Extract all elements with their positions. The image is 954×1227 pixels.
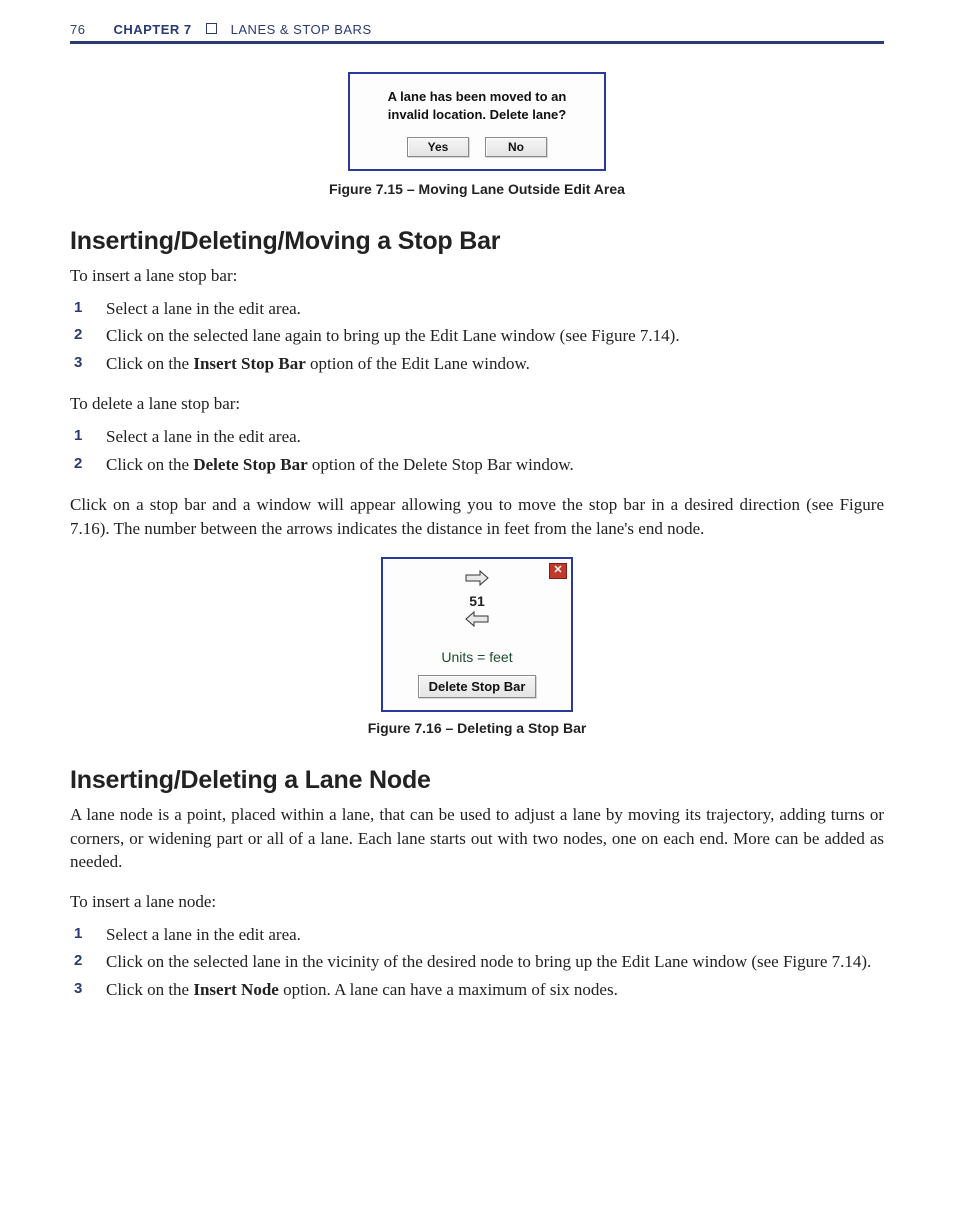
step-text: Select a lane in the edit area. — [106, 427, 301, 446]
section-heading-lane-node: Inserting/Deleting a Lane Node — [70, 766, 884, 795]
delete-stop-bar-steps: Select a lane in the edit area. Click on… — [70, 424, 884, 477]
header-rule — [70, 41, 884, 44]
chapter-label: CHAPTER 7 — [113, 22, 191, 37]
list-item: Select a lane in the edit area. — [70, 296, 884, 322]
step-text: Click on the — [106, 980, 193, 999]
step-text: Select a lane in the edit area. — [106, 925, 301, 944]
confirm-delete-lane-dialog: A lane has been moved to an invalid loca… — [348, 72, 606, 171]
list-item: Click on the Insert Node option. A lane … — [70, 977, 884, 1003]
step-text: option. A lane can have a maximum of six… — [279, 980, 618, 999]
step-bold: Insert Stop Bar — [193, 354, 305, 373]
list-item: Click on the selected lane in the vicini… — [70, 949, 884, 975]
intro-delete-stop-bar: To delete a lane stop bar: — [70, 392, 884, 416]
insert-lane-node-steps: Select a lane in the edit area. Click on… — [70, 922, 884, 1003]
step-text: option of the Edit Lane window. — [306, 354, 530, 373]
dialog-message-line1: A lane has been moved to an — [388, 89, 567, 104]
step-text: option of the Delete Stop Bar window. — [308, 455, 574, 474]
yes-button[interactable]: Yes — [407, 137, 469, 157]
list-item: Select a lane in the edit area. — [70, 922, 884, 948]
list-item: Click on the Delete Stop Bar option of t… — [70, 452, 884, 478]
chapter-title: LANES & STOP BARS — [231, 22, 372, 37]
step-text: Select a lane in the edit area. — [106, 299, 301, 318]
page-number: 76 — [70, 22, 85, 37]
lane-node-paragraph: A lane node is a point, placed within a … — [70, 803, 884, 874]
step-text: Click on the — [106, 455, 193, 474]
units-label: Units = feet — [383, 643, 571, 675]
delete-stop-bar-button[interactable]: Delete Stop Bar — [418, 675, 537, 698]
figure-715-caption: Figure 7.15 – Moving Lane Outside Edit A… — [70, 181, 884, 197]
list-item: Click on the Insert Stop Bar option of t… — [70, 351, 884, 377]
arrow-left-icon[interactable] — [391, 610, 563, 633]
list-item: Click on the selected lane again to brin… — [70, 323, 884, 349]
step-text: Click on the selected lane in the vicini… — [106, 952, 871, 971]
step-text: Click on the — [106, 354, 193, 373]
stop-bar-distance: 51 — [391, 593, 563, 609]
intro-insert-lane-node: To insert a lane node: — [70, 890, 884, 914]
intro-insert-stop-bar: To insert a lane stop bar: — [70, 264, 884, 288]
step-text: Click on the selected lane again to brin… — [106, 326, 680, 345]
step-bold: Delete Stop Bar — [193, 455, 307, 474]
step-bold: Insert Node — [193, 980, 278, 999]
move-stop-bar-dialog: ✕ 51 Units = feet Delete Stop Bar — [381, 557, 573, 712]
list-item: Select a lane in the edit area. — [70, 424, 884, 450]
square-bullet-icon — [206, 23, 217, 34]
insert-stop-bar-steps: Select a lane in the edit area. Click on… — [70, 296, 884, 377]
running-header: 76 CHAPTER 7 LANES & STOP BARS — [70, 22, 884, 37]
arrow-right-icon[interactable] — [391, 569, 563, 592]
dialog-message-line2: invalid location. Delete lane? — [388, 107, 566, 122]
figure-716-caption: Figure 7.16 – Deleting a Stop Bar — [70, 720, 884, 736]
no-button[interactable]: No — [485, 137, 547, 157]
dialog-message: A lane has been moved to an invalid loca… — [362, 88, 592, 123]
close-icon[interactable]: ✕ — [549, 563, 567, 579]
move-stop-bar-paragraph: Click on a stop bar and a window will ap… — [70, 493, 884, 541]
section-heading-stop-bar: Inserting/Deleting/Moving a Stop Bar — [70, 227, 884, 256]
